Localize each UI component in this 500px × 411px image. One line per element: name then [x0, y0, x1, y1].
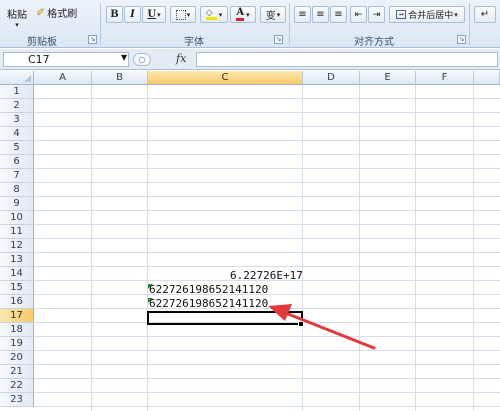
annotation-arrow-icon: [268, 304, 376, 350]
font-color-label: A: [236, 8, 245, 21]
font-color-button[interactable]: A ▾: [230, 6, 256, 23]
fill-color-icon: ◇: [205, 9, 217, 20]
merge-center-label: 合并后居中: [408, 11, 454, 21]
group-separator: [100, 3, 101, 45]
increase-indent-button[interactable]: ⇥: [368, 6, 385, 23]
align-left-button[interactable]: ≡: [294, 6, 311, 23]
increase-indent-icon: ⇥: [372, 9, 381, 20]
align-left-icon: ≡: [298, 8, 307, 20]
paste-dropdown-icon: ▾: [15, 20, 19, 29]
bold-label: B: [110, 9, 119, 20]
borders-dropdown-icon: ▾: [186, 10, 191, 19]
underline-dropdown-icon: ▾: [157, 10, 161, 19]
fill-color-button[interactable]: ◇ ▾: [200, 6, 228, 23]
font-group-label: 字体: [184, 37, 204, 48]
merge-center-icon: ↔: [396, 10, 407, 19]
phonetic-dropdown-icon: ▾: [276, 10, 281, 19]
wrap-text-button[interactable]: ↵: [474, 6, 496, 23]
alignment-group-label: 对齐方式: [354, 37, 394, 48]
align-center-icon: ≡: [316, 8, 325, 20]
italic-button[interactable]: I: [124, 6, 141, 23]
name-box-dropdown-icon[interactable]: ▼: [121, 53, 127, 62]
phonetic-label: 变: [265, 11, 276, 22]
paste-button[interactable]: 粘贴 ▾: [2, 2, 32, 32]
underline-label: U: [147, 9, 157, 20]
insert-function-icon[interactable]: fx: [176, 52, 186, 65]
wrap-text-icon: ↵: [480, 9, 490, 20]
group-separator: [469, 3, 470, 45]
name-box-value: C17: [28, 53, 50, 66]
italic-label: I: [130, 9, 135, 20]
format-painter-label: 格式刷: [47, 8, 78, 20]
format-painter-icon: ✐: [36, 5, 46, 19]
format-painter-button[interactable]: ✐ 格式刷: [35, 4, 95, 20]
font-launcher-icon[interactable]: ↘: [274, 35, 283, 44]
alignment-launcher-icon[interactable]: ↘: [457, 35, 466, 44]
phonetic-button[interactable]: 变 ▾: [260, 6, 286, 23]
underline-button[interactable]: U ▾: [142, 6, 166, 23]
clipboard-group-label: 剪贴板: [27, 37, 57, 48]
borders-button[interactable]: ▾: [170, 6, 196, 23]
worksheet-grid: A B C D E F 1 2 3 4 5 6 7 8 9 10 11 12 13 14 15 16 17 18 1…: [0, 71, 500, 411]
align-center-button[interactable]: ≡: [312, 6, 329, 23]
decrease-indent-button[interactable]: ⇤: [350, 6, 367, 23]
bold-button[interactable]: B: [106, 6, 123, 23]
group-separator: [289, 3, 290, 45]
ribbon: 粘贴 ▾ ✐ 格式刷 剪贴板 ↘ B I U ▾ ▾ ◇ ▾ A ▾ 变 ▾ 字…: [0, 0, 500, 48]
align-right-button[interactable]: ≡: [330, 6, 347, 23]
clipboard-launcher-icon[interactable]: ↘: [88, 35, 97, 44]
font-color-dropdown-icon: ▾: [246, 10, 250, 19]
decrease-indent-icon: ⇤: [354, 9, 363, 20]
fill-color-dropdown-icon: ▾: [218, 10, 223, 19]
borders-icon: [175, 9, 186, 20]
align-right-icon: ≡: [334, 8, 343, 20]
merge-center-button[interactable]: ↔ 合并后居中 ▾: [389, 6, 465, 23]
formula-bar: C17 ▼ ○ fx: [0, 49, 500, 70]
merge-center-dropdown-icon: ▾: [454, 10, 458, 19]
formula-input[interactable]: [196, 52, 498, 67]
name-box[interactable]: C17: [3, 52, 129, 67]
formula-bar-splitter-icon[interactable]: ○: [133, 53, 151, 66]
paste-label: 粘贴: [7, 9, 27, 21]
